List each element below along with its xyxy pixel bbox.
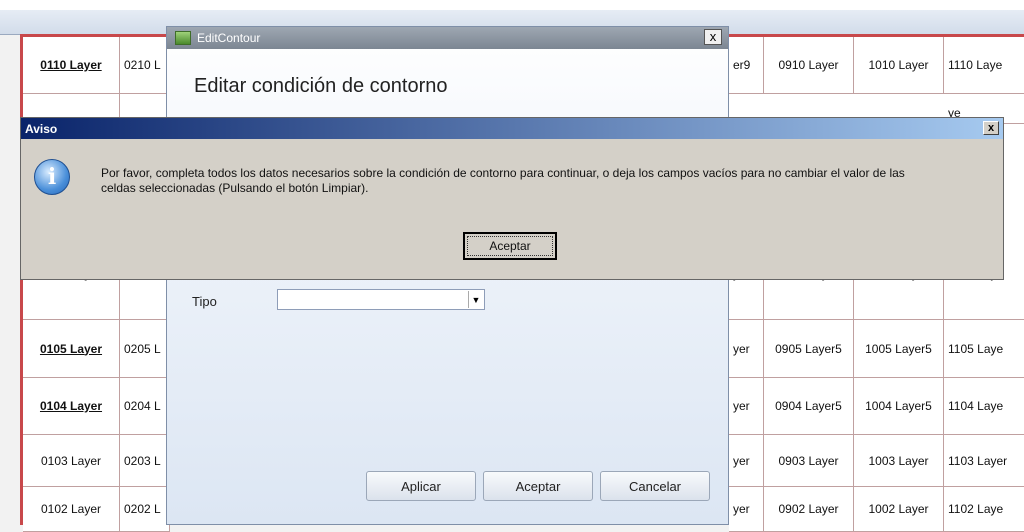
grid-cell[interactable]: er9 [729, 37, 764, 94]
grid-cell[interactable]: yer [729, 320, 764, 378]
grid-cell[interactable]: 1004 Layer5 [854, 378, 944, 435]
grid-cell[interactable]: 1103 Layer [944, 435, 1024, 487]
tipo-select[interactable]: ▼ [277, 289, 485, 310]
grid-cell[interactable]: yer [729, 378, 764, 435]
grid-cell[interactable]: yer [729, 435, 764, 487]
apply-button[interactable]: Aplicar [366, 471, 476, 501]
aviso-title: Aviso [25, 121, 58, 136]
tipo-label: Tipo [192, 294, 217, 309]
aviso-ok-button[interactable]: Aceptar [463, 232, 557, 260]
aviso-message-line: Por favor, completa todos los datos nece… [101, 166, 905, 180]
grid-cell[interactable]: 0205 L [120, 320, 170, 378]
grid-cell[interactable]: 0105 Layer [23, 320, 120, 378]
grid-cell[interactable]: 0910 Layer [764, 37, 854, 94]
grid-cell[interactable]: 1105 Laye [944, 320, 1024, 378]
edit-contour-title: EditContour [197, 31, 261, 45]
grid-cell[interactable]: 1102 Laye [944, 487, 1024, 532]
aviso-dialog: Aviso x i Por favor, completa todos los … [20, 117, 1004, 280]
chevron-down-icon[interactable]: ▼ [468, 291, 483, 308]
info-icon: i [34, 159, 70, 195]
grid-cell[interactable]: 0905 Layer5 [764, 320, 854, 378]
grid-cell[interactable]: 0102 Layer [23, 487, 120, 532]
grid-cell[interactable]: 0903 Layer [764, 435, 854, 487]
grid-cell[interactable]: 1110 Laye [944, 37, 1024, 94]
grid-cell[interactable]: 0210 L [120, 37, 170, 94]
top-strip [0, 0, 1024, 10]
dialog-heading: Editar condición de contorno [194, 75, 448, 97]
edit-contour-titlebar[interactable]: EditContour x [167, 27, 728, 49]
grid-cell[interactable]: 0904 Layer5 [764, 378, 854, 435]
accept-button[interactable]: Aceptar [483, 471, 593, 501]
focus-ring [467, 236, 553, 256]
grid-cell[interactable]: 1002 Layer [854, 487, 944, 532]
grid-cell[interactable]: 0103 Layer [23, 435, 120, 487]
grid-cell[interactable]: 0203 L [120, 435, 170, 487]
aviso-message-line: celdas seleccionadas (Pulsando el botón … [101, 181, 369, 195]
app-icon [175, 31, 191, 45]
close-button[interactable]: x [704, 29, 722, 45]
aviso-titlebar[interactable]: Aviso x [21, 118, 1003, 139]
grid-cell[interactable]: 0104 Layer [23, 378, 120, 435]
grid-cell[interactable]: 1010 Layer [854, 37, 944, 94]
grid-cell[interactable]: 0110 Layer [23, 37, 120, 94]
grid-cell[interactable]: 0202 L [120, 487, 170, 532]
grid-cell[interactable]: 1005 Layer5 [854, 320, 944, 378]
grid-cell[interactable]: 0204 L [120, 378, 170, 435]
close-button[interactable]: x [983, 121, 999, 135]
grid-cell[interactable]: yer [729, 487, 764, 532]
grid-cell[interactable]: 1104 Laye [944, 378, 1024, 435]
cancel-button[interactable]: Cancelar [600, 471, 710, 501]
aviso-message: Por favor, completa todos los datos nece… [101, 166, 991, 196]
grid-cell[interactable]: 0902 Layer [764, 487, 854, 532]
grid-cell[interactable]: 1003 Layer [854, 435, 944, 487]
